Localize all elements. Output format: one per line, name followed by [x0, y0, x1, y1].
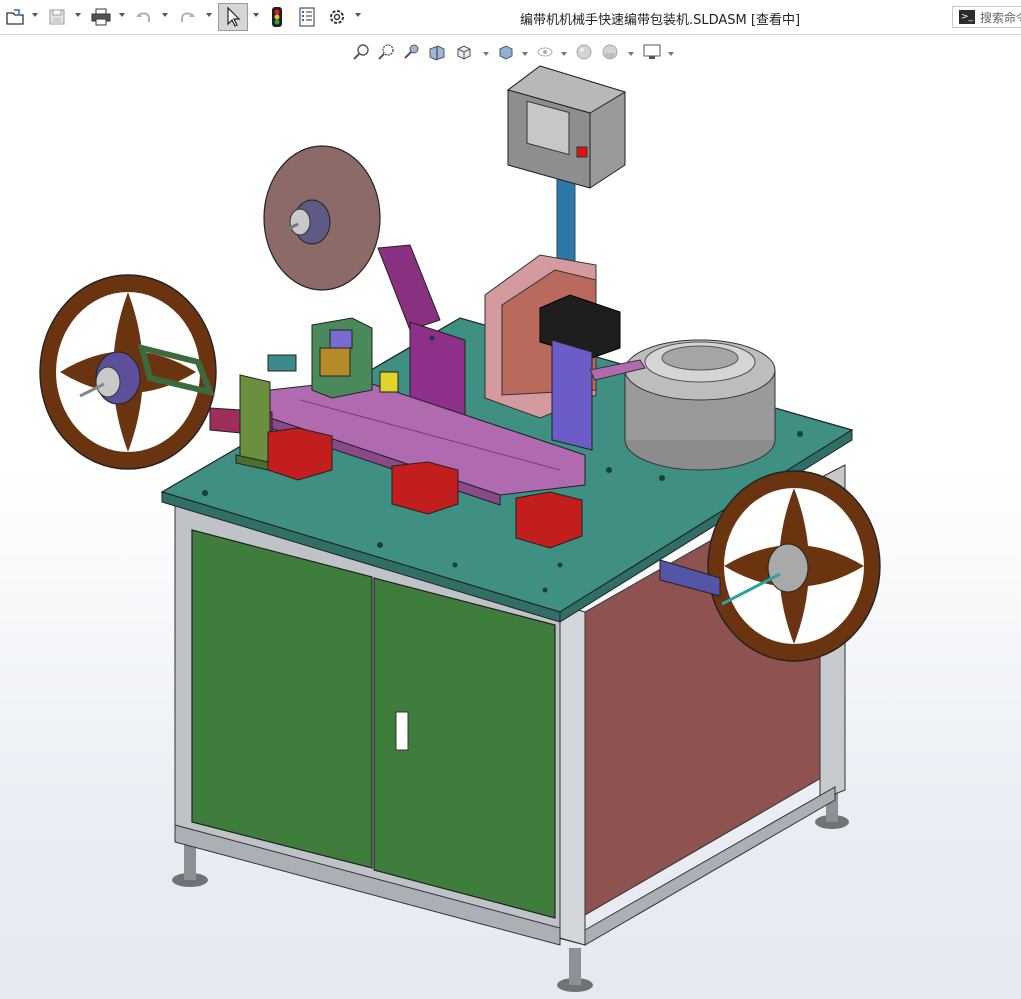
door-handle[interactable] [395, 711, 409, 751]
vibratory-bowl [624, 339, 776, 471]
right-spoke-reel [707, 470, 881, 662]
tape-band [377, 244, 441, 331]
redo-icon[interactable] [176, 5, 198, 29]
search-placeholder: 搜索命令 [980, 10, 1021, 25]
search-commands-input[interactable]: >_ 搜索命令 [952, 6, 1021, 28]
file-properties-icon[interactable] [296, 5, 318, 29]
print-dropdown-icon[interactable] [119, 13, 125, 17]
undo-dropdown-icon[interactable] [162, 13, 168, 17]
title-bar: 编带机机械手快速编带包装机.SLDASM [查看中] >_ 搜索命令 [0, 0, 1021, 35]
print-icon[interactable] [89, 5, 113, 29]
left-spoke-reel [39, 274, 217, 470]
control-box[interactable] [506, 65, 627, 189]
command-prompt-icon: >_ [959, 10, 975, 24]
redo-dropdown-icon[interactable] [206, 13, 212, 17]
upper-tape-reel [263, 145, 381, 291]
open-file-icon[interactable] [4, 5, 26, 29]
tape-packing-machine-model[interactable] [0, 35, 1021, 999]
options-gear-icon[interactable] [326, 5, 348, 29]
select-pointer-icon [227, 6, 241, 27]
undo-icon[interactable] [133, 5, 155, 29]
window-title: 编带机机械手快速编带包装机.SLDASM [查看中] [519, 13, 801, 28]
open-dropdown-icon[interactable] [32, 13, 38, 17]
cabinet-left-door[interactable] [191, 529, 373, 869]
select-dropdown-icon[interactable] [253, 13, 259, 17]
rebuild-traffic-light-icon[interactable] [267, 5, 287, 29]
save-icon[interactable] [46, 5, 68, 29]
save-dropdown-icon[interactable] [75, 13, 81, 17]
options-dropdown-icon[interactable] [355, 13, 361, 17]
select-button[interactable] [218, 3, 248, 31]
